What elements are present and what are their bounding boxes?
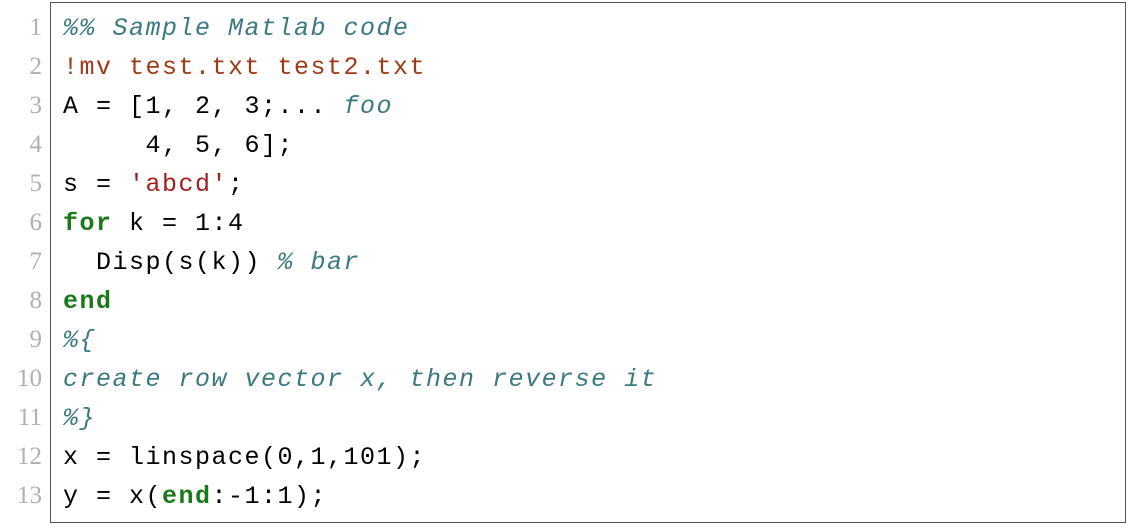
token-comment: create row vector x, then reverse it [63,365,657,394]
code-box: %% Sample Matlab code !mv test.txt test2… [50,2,1126,523]
token-keyword: for [63,209,113,238]
line-number: 5 [0,164,42,203]
code-listing: 1 2 3 4 5 6 7 8 9 10 11 12 13 %% Sample … [0,0,1136,525]
line-number: 2 [0,47,42,86]
line-number: 13 [0,476,42,515]
token-comment: %} [63,404,96,433]
code-line: %} [63,399,1125,438]
line-number: 1 [0,8,42,47]
token-default: s = [63,170,129,199]
line-number-gutter: 1 2 3 4 5 6 7 8 9 10 11 12 13 [0,2,50,523]
line-number: 4 [0,125,42,164]
token-default: y = x( [63,482,162,511]
code-line: !mv test.txt test2.txt [63,48,1125,87]
line-number: 12 [0,437,42,476]
line-number: 10 [0,359,42,398]
code-line: for k = 1:4 [63,204,1125,243]
line-number: 9 [0,320,42,359]
code-line: %% Sample Matlab code [63,9,1125,48]
line-number: 7 [0,242,42,281]
token-keyword: end [162,482,212,511]
token-comment: foo [344,92,394,121]
token-default: ; [228,170,245,199]
token-syscmd: !mv test.txt test2.txt [63,53,426,82]
code-line: end [63,282,1125,321]
token-default: 4, 5, 6]; [63,131,294,160]
code-line: A = [1, 2, 3;... foo [63,87,1125,126]
line-number: 11 [0,398,42,437]
line-number: 3 [0,86,42,125]
line-number: 6 [0,203,42,242]
code-line: x = linspace(0,1,101); [63,438,1125,477]
token-default: :-1:1); [212,482,328,511]
token-comment: % bar [278,248,361,277]
code-line: create row vector x, then reverse it [63,360,1125,399]
token-comment: %{ [63,326,96,355]
token-default: Disp(s(k)) [63,248,278,277]
code-line: %{ [63,321,1125,360]
code-line: 4, 5, 6]; [63,126,1125,165]
code-line: s = 'abcd'; [63,165,1125,204]
line-number: 8 [0,281,42,320]
code-line: y = x(end:-1:1); [63,477,1125,516]
token-default: x = linspace(0,1,101); [63,443,426,472]
token-default: k = 1:4 [113,209,245,238]
token-default: A = [1, 2, 3;... [63,92,344,121]
token-keyword: end [63,287,113,316]
code-line: Disp(s(k)) % bar [63,243,1125,282]
token-string: 'abcd' [129,170,228,199]
token-comment: %% Sample Matlab code [63,14,410,43]
